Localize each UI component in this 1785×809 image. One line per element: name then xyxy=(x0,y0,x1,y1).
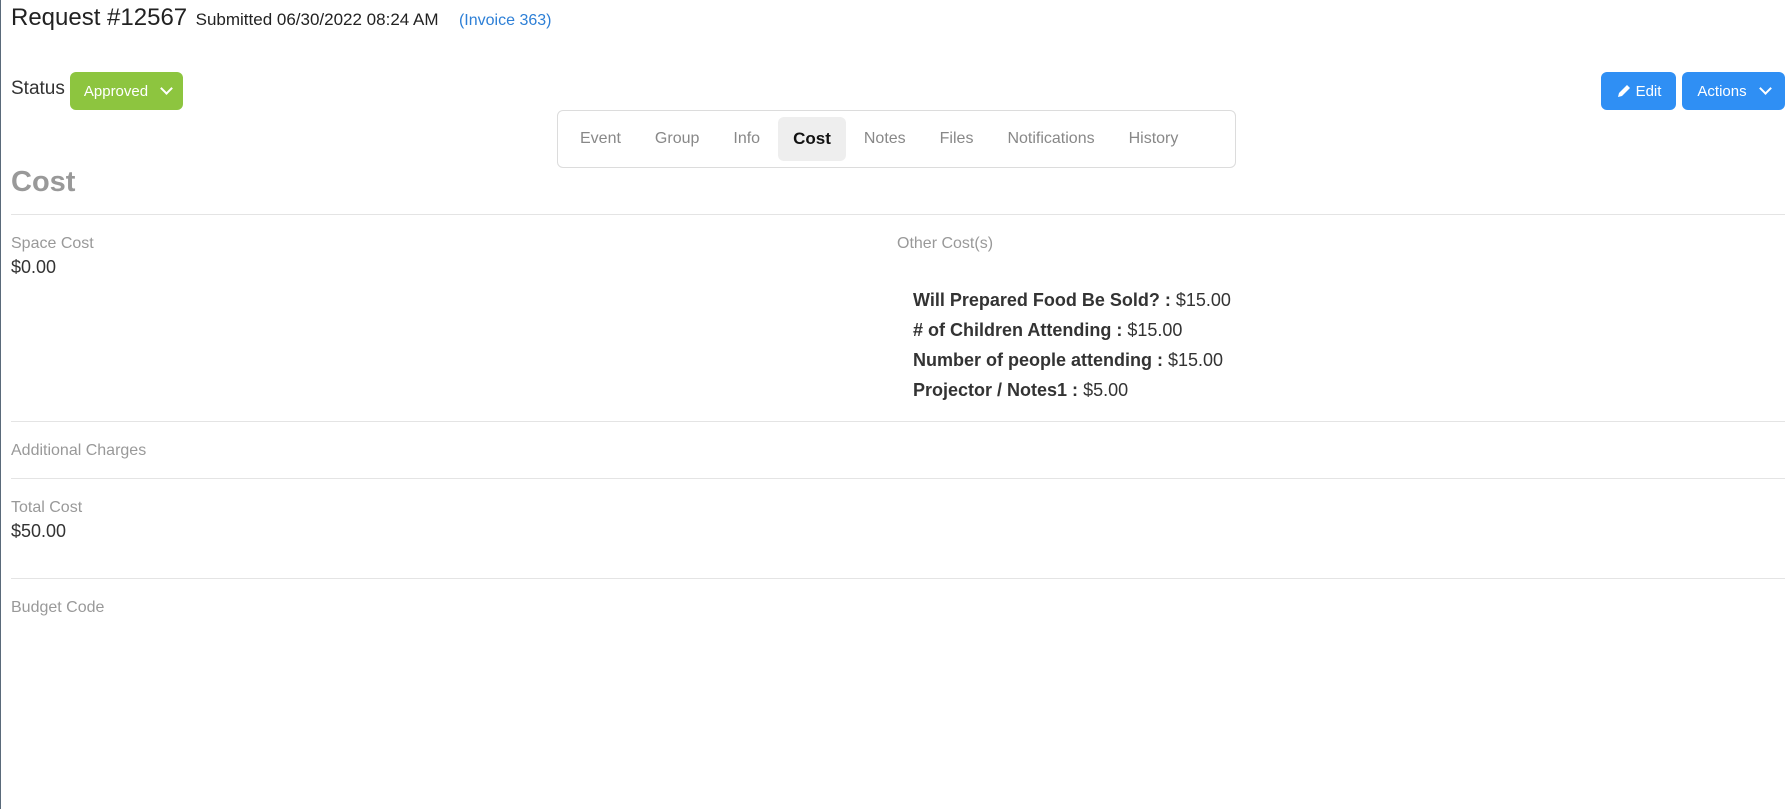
other-costs-label: Other Cost(s) xyxy=(897,235,994,252)
tab-notes[interactable]: Notes xyxy=(848,120,922,158)
left-border xyxy=(0,0,1,809)
page-header: Request #12567 Submitted 06/30/2022 08:2… xyxy=(11,4,551,32)
edit-label: Edit xyxy=(1635,82,1662,100)
invoice-link[interactable]: (Invoice 363) xyxy=(459,12,552,29)
budget-code-label: Budget Code xyxy=(11,599,105,616)
status-dropdown[interactable]: Approved xyxy=(69,72,184,110)
divider xyxy=(11,214,1785,215)
actions-dropdown[interactable]: Actions xyxy=(1682,72,1785,110)
status-value: Approved xyxy=(83,82,149,100)
edit-button[interactable]: Edit xyxy=(1601,72,1676,110)
section-title: Cost xyxy=(11,166,76,198)
status-row: Status Approved xyxy=(11,72,184,110)
space-cost-value: $0.00 xyxy=(11,257,57,277)
tab-bar: Event Group Info Cost Notes Files Notifi… xyxy=(557,110,1236,168)
chevron-down-icon xyxy=(160,81,173,95)
total-cost-label: Total Cost xyxy=(11,499,83,516)
total-cost-value: $50.00 xyxy=(11,521,67,541)
actions-label: Actions xyxy=(1697,82,1747,100)
tab-files[interactable]: Files xyxy=(924,120,990,158)
tab-group[interactable]: Group xyxy=(639,120,715,158)
submitted-date: Submitted 06/30/2022 08:24 AM xyxy=(195,10,439,29)
additional-charges-label: Additional Charges xyxy=(11,442,147,459)
divider xyxy=(11,421,1785,422)
request-title: Request #12567 xyxy=(11,4,188,31)
action-buttons: Edit Actions xyxy=(1601,72,1785,110)
chevron-down-icon xyxy=(1758,81,1772,95)
space-cost-label: Space Cost xyxy=(11,235,94,252)
tab-notifications[interactable]: Notifications xyxy=(991,120,1110,158)
status-label: Status xyxy=(11,78,65,99)
list-item: Number of people attending : $15.00 xyxy=(913,350,1224,370)
other-costs-list: Will Prepared Food Be Sold? : $15.00 # o… xyxy=(913,285,1231,405)
divider xyxy=(11,578,1785,579)
tab-info[interactable]: Info xyxy=(717,120,776,158)
tab-event[interactable]: Event xyxy=(564,120,637,158)
pencil-icon xyxy=(1616,83,1632,99)
divider xyxy=(11,478,1785,479)
list-item: # of Children Attending : $15.00 xyxy=(913,320,1183,340)
tab-history[interactable]: History xyxy=(1113,120,1195,158)
list-item: Will Prepared Food Be Sold? : $15.00 xyxy=(913,290,1231,310)
tab-cost[interactable]: Cost xyxy=(778,117,846,161)
list-item: Projector / Notes1 : $5.00 xyxy=(913,380,1129,400)
